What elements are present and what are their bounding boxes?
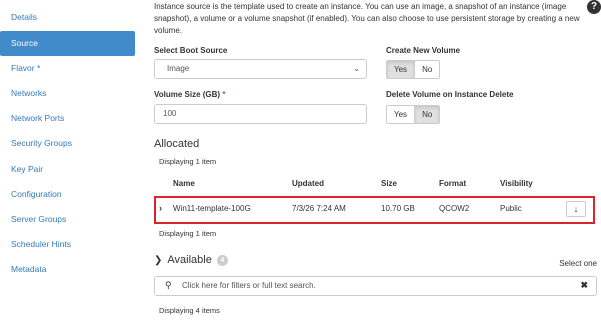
sidebar-item-security-groups[interactable]: Security Groups <box>0 131 135 156</box>
allocated-title: Allocated <box>154 138 200 150</box>
sidebar-item-label: Network Ports <box>11 113 65 123</box>
column-header-visibility[interactable]: Visibility <box>500 179 533 188</box>
sidebar-item-details[interactable]: Details <box>0 5 135 30</box>
sidebar-item-label: Security Groups <box>11 138 72 148</box>
expand-row-icon[interactable]: › <box>159 203 162 213</box>
allocated-count-bottom: Displaying 1 item <box>159 229 217 238</box>
sidebar-item-configuration[interactable]: Configuration <box>0 182 135 207</box>
available-title: Available <box>167 254 212 266</box>
intro-text: Instance source is the template used to … <box>154 2 580 35</box>
search-icon: ⚲ <box>165 280 172 290</box>
delete-volume-no-button[interactable]: No <box>415 105 441 124</box>
sidebar-item-server-groups[interactable]: Server Groups <box>0 207 135 232</box>
row-format: QCOW2 <box>439 204 470 213</box>
column-header-updated[interactable]: Updated <box>292 179 324 188</box>
required-asterisk: * <box>222 90 226 99</box>
volume-size-input[interactable]: 100 <box>154 104 367 124</box>
available-count: Displaying 4 items <box>159 306 220 315</box>
sidebar-item-flavor[interactable]: Flavor * <box>0 56 135 81</box>
delete-volume-label: Delete Volume on Instance Delete <box>386 90 514 99</box>
sidebar-item-label: Networks <box>11 88 47 98</box>
chevron-down-icon: ❯ <box>154 254 163 266</box>
create-volume-no-button[interactable]: No <box>415 60 441 79</box>
create-volume-toggle: Yes No <box>386 60 441 79</box>
source-panel: Instance source is the template used to … <box>154 0 601 328</box>
deallocate-arrow-down-icon[interactable]: ↓ <box>566 201 586 217</box>
available-count-badge: 4 <box>216 254 228 266</box>
sidebar-item-source[interactable]: Source <box>0 31 135 56</box>
clear-icon[interactable]: ✖ <box>580 280 588 291</box>
row-updated: 7/3/26 7:24 AM <box>292 204 346 213</box>
sidebar-item-network-ports[interactable]: Network Ports <box>0 106 135 131</box>
row-name: Win11-template-100G <box>173 204 251 213</box>
create-volume-yes-button[interactable]: Yes <box>386 60 416 79</box>
volume-size-label: Volume Size (GB) * <box>154 90 225 99</box>
sidebar-item-label: Scheduler Hints <box>11 239 72 249</box>
sidebar-item-label: Details <box>11 12 37 22</box>
boot-source-select[interactable]: Image ⌄ <box>154 59 367 79</box>
delete-volume-toggle: Yes No <box>386 105 441 124</box>
wizard-sidebar: Details Source Flavor * Networks Network… <box>0 0 138 328</box>
sidebar-item-networks[interactable]: Networks <box>0 81 135 106</box>
volume-size-label-text: Volume Size (GB) <box>154 90 221 99</box>
sidebar-item-key-pair[interactable]: Key Pair <box>0 157 135 182</box>
required-asterisk: * <box>37 63 41 73</box>
search-placeholder: Click here for filters or full text sear… <box>182 281 316 290</box>
column-header-name[interactable]: Name <box>173 179 195 188</box>
sidebar-item-metadata[interactable]: Metadata <box>0 257 135 282</box>
column-header-size[interactable]: Size <box>381 179 397 188</box>
sidebar-item-scheduler-hints[interactable]: Scheduler Hints <box>0 232 135 257</box>
sidebar-item-label: Key Pair <box>11 164 44 174</box>
search-input[interactable]: ⚲ Click here for filters or full text se… <box>154 276 597 296</box>
chevron-down-icon: ⌄ <box>353 64 360 73</box>
help-icon[interactable]: ? <box>587 0 601 14</box>
delete-volume-yes-button[interactable]: Yes <box>386 105 416 124</box>
create-volume-label: Create New Volume <box>386 46 461 55</box>
sidebar-item-label: Metadata <box>11 264 47 274</box>
boot-source-value: Image <box>167 64 190 73</box>
row-size: 10.70 GB <box>381 204 415 213</box>
allocated-count-top: Displaying 1 item <box>159 157 217 166</box>
select-one-text: Select one <box>559 259 597 268</box>
boot-source-label: Select Boot Source <box>154 46 228 55</box>
sidebar-item-label: Server Groups <box>11 214 67 224</box>
available-toggle[interactable]: ❯ Available 4 <box>154 254 228 266</box>
column-header-format[interactable]: Format <box>439 179 466 188</box>
sidebar-item-label: Flavor <box>11 63 35 73</box>
sidebar-item-label: Configuration <box>11 189 62 199</box>
row-visibility: Public <box>500 204 522 213</box>
sidebar-item-label: Source <box>11 38 38 48</box>
